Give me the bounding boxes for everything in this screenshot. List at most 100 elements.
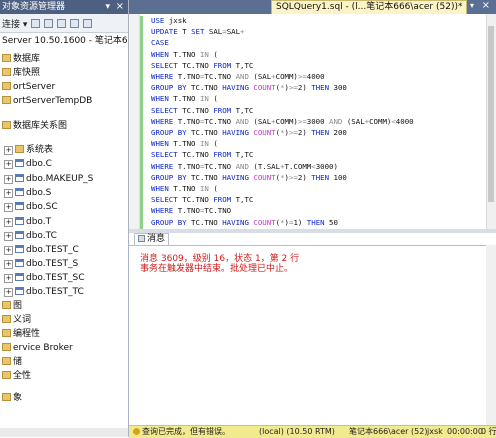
expand-icon[interactable]: + xyxy=(4,203,13,212)
connect-icon[interactable] xyxy=(31,18,41,28)
code-token: AND xyxy=(235,72,249,81)
tree-item-label: 象 xyxy=(13,393,23,403)
refresh-icon[interactable] xyxy=(83,18,93,28)
close-icon[interactable]: × xyxy=(116,0,124,14)
expand-icon[interactable]: + xyxy=(4,260,13,269)
code-line[interactable]: WHEN T.TNO IN ( xyxy=(151,183,218,194)
code-line[interactable]: GROUP BY TC.TNO HAVING COUNT(*)=1) THEN … xyxy=(151,217,338,228)
folder-icon xyxy=(2,54,11,62)
sql-editor[interactable]: USE jxsk UPDATE T SET SAL=SAL+ CASE WHEN T.… xyxy=(129,14,486,229)
tree-item[interactable]: + dbo.S xyxy=(4,187,51,199)
code-line[interactable]: GROUP BY TC.TNO HAVING COUNT(*)>=2) THEN… xyxy=(151,82,347,93)
editor-scroll-thumb[interactable] xyxy=(488,26,494,202)
expand-icon[interactable]: + xyxy=(4,246,13,255)
tree-item[interactable]: Server 10.50.1600 - 笔记本666\ac xyxy=(2,35,128,47)
tree-item[interactable]: 数据库 xyxy=(2,53,40,65)
tree-item[interactable]: + dbo.C xyxy=(4,158,52,170)
code-line[interactable]: GROUP BY TC.TNO HAVING COUNT(*)>=2) THEN… xyxy=(151,172,347,183)
tree-item[interactable]: + dbo.T xyxy=(4,216,51,228)
tree-item[interactable]: + dbo.TEST_TC xyxy=(4,286,84,298)
code-line[interactable]: SELECT TC.TNO FROM T,TC xyxy=(151,149,253,160)
pin-icon[interactable]: ▾ xyxy=(105,0,110,14)
tree-item[interactable]: + dbo.TEST_C xyxy=(4,244,79,256)
filter-icon[interactable] xyxy=(70,18,80,28)
code-token: 200 xyxy=(329,128,347,137)
tree-item[interactable]: + 系统表 xyxy=(4,144,53,156)
folder-icon xyxy=(15,145,24,153)
tree-item[interactable]: ortServerTempDB xyxy=(2,95,92,107)
pane-splitter[interactable] xyxy=(129,229,496,233)
connect-button[interactable]: 连接 ▾ xyxy=(2,17,27,30)
code-token: 50 xyxy=(324,217,338,227)
expand-icon[interactable]: + xyxy=(4,175,13,184)
code-line[interactable]: WHEN T.TNO IN ( xyxy=(151,49,218,60)
code-token: COMM) xyxy=(275,116,298,126)
code-token: GROUP BY xyxy=(151,83,187,93)
code-line[interactable]: UPDATE T SET SAL=SAL+ xyxy=(151,26,245,37)
tree-item[interactable]: 全性 xyxy=(2,370,31,382)
folder-icon xyxy=(2,371,11,379)
table-icon xyxy=(15,287,24,295)
code-line[interactable]: CASE xyxy=(151,37,169,48)
close-icon[interactable]: × xyxy=(482,0,490,11)
expand-icon[interactable]: + xyxy=(4,189,13,198)
code-token: 3000 xyxy=(306,116,330,126)
object-explorer-toolbar: 连接 ▾ xyxy=(0,14,128,33)
tab-messages-label: 消息 xyxy=(147,234,166,244)
code-line[interactable]: WHERE T.TNO=TC.TNO AND (SAL+COMM)>=3000 … xyxy=(151,116,414,127)
tree-item[interactable]: 储 xyxy=(2,356,22,368)
code-line[interactable]: WHERE T.TNO=TC.TNO xyxy=(151,205,231,216)
expand-icon[interactable]: + xyxy=(4,232,13,241)
code-line[interactable]: SELECT TC.TNO FROM T,TC xyxy=(151,60,253,71)
tree-item[interactable]: 象 xyxy=(2,392,22,404)
messages-vertical-scrollbar[interactable] xyxy=(486,245,496,425)
code-line[interactable]: WHEN T.TNO IN ( xyxy=(151,93,218,104)
tree-item[interactable]: 数据库关系图 xyxy=(2,120,67,132)
code-token: COMM) xyxy=(369,116,392,126)
disconnect-icon[interactable] xyxy=(44,18,54,28)
code-token: 3000) xyxy=(315,161,338,171)
code-line[interactable]: WHERE T.TNO=TC.TNO AND (SAL+COMM)>=4000 xyxy=(151,71,325,82)
tree-item[interactable]: + dbo.TEST_S xyxy=(4,258,78,270)
expand-icon[interactable]: + xyxy=(4,274,13,283)
tree-item[interactable]: + dbo.TEST_SC xyxy=(4,272,85,284)
tab-messages[interactable]: 消息 xyxy=(134,233,170,245)
code-token: jxsk xyxy=(164,16,187,25)
code-line[interactable]: USE jxsk xyxy=(151,15,187,26)
tab-sqlquery1[interactable]: SQLQuery1.sql - (l...笔记本666\acer (52))* xyxy=(271,0,468,14)
tree-item[interactable]: 库快照 xyxy=(2,67,40,79)
status-bar: 查询已完成，但有错误。 (local) (10.50 RTM) 笔记本666\a… xyxy=(129,425,496,438)
code-line[interactable]: WHERE T.TNO=TC.TNO AND (T.SAL+T.COMM<300… xyxy=(151,161,338,172)
tree-item[interactable]: 义词 xyxy=(2,314,31,326)
expand-icon[interactable]: + xyxy=(4,218,13,227)
code-token: CASE xyxy=(151,38,169,48)
status-state-text: 查询已完成，但有错误。 xyxy=(142,427,230,436)
tree-item[interactable]: + dbo.MAKEUP_S xyxy=(4,173,93,185)
tree-item[interactable]: 编程性 xyxy=(2,328,40,340)
code-line[interactable]: SELECT TC.TNO FROM T,TC xyxy=(151,194,253,205)
tree-item-label: dbo.T xyxy=(26,217,52,227)
stop-icon[interactable] xyxy=(57,18,67,28)
code-line[interactable]: SELECT TC.TNO FROM T,TC xyxy=(151,105,253,116)
tree-item-label: dbo.MAKEUP_S xyxy=(26,174,94,184)
code-token: SAL xyxy=(204,27,223,37)
tree-item-label: 系统表 xyxy=(26,145,54,155)
horizontal-scrollbar[interactable] xyxy=(0,428,128,437)
code-token: WHERE xyxy=(151,161,174,171)
tree-item[interactable]: ortServer xyxy=(2,81,55,93)
code-token: HAVING xyxy=(222,172,249,182)
chevron-down-icon[interactable]: ▾ xyxy=(470,1,474,10)
expand-icon[interactable]: + xyxy=(4,288,13,297)
code-token: AND xyxy=(235,116,249,126)
tree-item[interactable]: + dbo.SC xyxy=(4,201,58,213)
tree-item[interactable]: + dbo.TC xyxy=(4,230,57,242)
code-line[interactable]: GROUP BY TC.TNO HAVING COUNT(*)>=2) THEN… xyxy=(151,127,347,138)
tree-item[interactable]: 图 xyxy=(2,300,22,312)
expand-icon[interactable]: + xyxy=(4,160,13,169)
code-token: (SAL xyxy=(248,72,272,81)
expand-icon[interactable]: + xyxy=(4,146,13,155)
object-explorer-panel: 对象资源管理器 ▾ × 连接 ▾ Server 10.50.1600 - 笔记本… xyxy=(0,0,129,437)
tree-item-label: Server 10.50.1600 - 笔记本666\ac xyxy=(2,36,128,46)
code-line[interactable]: WHEN T.TNO IN ( xyxy=(151,138,218,149)
tree-item[interactable]: ervice Broker xyxy=(2,342,73,354)
